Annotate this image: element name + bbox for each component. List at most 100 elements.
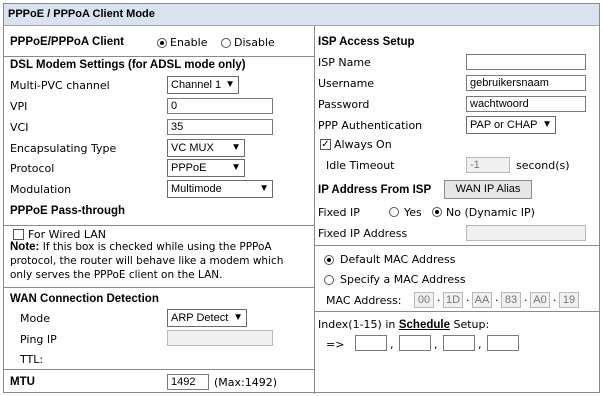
protocol-select[interactable]: PPPoE ▼: [167, 159, 245, 177]
ping-ip-input[interactable]: [167, 330, 273, 346]
fixed-ip-no-radio[interactable]: [432, 207, 442, 217]
schedule-link[interactable]: Schedule: [399, 319, 450, 331]
index-label-pre: Index(1-15) in: [318, 318, 399, 331]
divider-line: [4, 287, 314, 288]
mode-label: Mode: [20, 312, 50, 325]
client-disable-label[interactable]: Disable: [234, 36, 275, 49]
ip-from-isp-heading: IP Address From ISP: [318, 184, 432, 196]
fixed-ip-yes-radio[interactable]: [389, 207, 399, 217]
password-input[interactable]: wachtwoord: [466, 96, 586, 112]
vpi-input[interactable]: 0: [167, 98, 273, 114]
passthrough-heading: PPPoE Pass-through: [10, 205, 126, 217]
note-body: If this box is checked while using the P…: [10, 241, 284, 281]
pppoe-client-panel: PPPoE / PPPoA Client Mode PPPoE/PPPoA Cl…: [3, 3, 600, 394]
multi-pvc-select[interactable]: Channel 1 ▼: [167, 76, 239, 94]
vci-input[interactable]: 35: [167, 119, 273, 135]
fixed-ip-address-label: Fixed IP Address: [318, 227, 408, 240]
divider-line: [315, 245, 599, 246]
ppp-auth-label: PPP Authentication: [318, 119, 423, 132]
wan-heading: WAN Connection Detection: [10, 293, 159, 305]
fixed-ip-address-input[interactable]: [466, 225, 586, 241]
index-label-post: Setup:: [450, 318, 490, 331]
mac-octet-4[interactable]: 83: [501, 292, 521, 308]
vpi-label: VPI: [10, 100, 28, 113]
fixed-ip-yes-label[interactable]: Yes: [404, 206, 422, 219]
column-divider: [314, 26, 315, 394]
modulation-value: Multimode: [171, 183, 222, 195]
fixed-ip-label: Fixed IP: [318, 206, 360, 219]
protocol-value: PPPoE: [171, 162, 207, 174]
password-label: Password: [318, 98, 370, 111]
idle-timeout-label: Idle Timeout: [326, 159, 395, 172]
mac-octet-2[interactable]: 1D: [443, 292, 463, 308]
idle-timeout-unit: second(s): [516, 159, 570, 172]
mac-separator: ·: [524, 294, 528, 307]
client-enable-radio[interactable]: [157, 38, 167, 48]
client-enable-label[interactable]: Enable: [170, 36, 207, 49]
mac-octet-1[interactable]: 00: [414, 292, 434, 308]
isp-heading: ISP Access Setup: [318, 36, 415, 48]
always-on-checkbox[interactable]: ✓: [320, 139, 331, 150]
chevron-down-icon: ▼: [225, 79, 235, 90]
isp-name-input[interactable]: [466, 54, 586, 70]
username-label: Username: [318, 77, 375, 90]
index-separator: ,: [390, 338, 394, 351]
divider-line: [315, 311, 599, 312]
idle-timeout-input[interactable]: -1: [466, 157, 510, 173]
schedule-index-3[interactable]: [443, 335, 475, 351]
vci-label: VCI: [10, 121, 29, 134]
dsl-heading: DSL Modem Settings (for ADSL mode only): [10, 59, 246, 71]
chevron-down-icon: ▼: [231, 142, 241, 153]
isp-name-label: ISP Name: [318, 56, 371, 69]
ttl-label: TTL:: [20, 353, 44, 366]
mode-select[interactable]: ARP Detect ▼: [167, 309, 247, 327]
schedule-index-1[interactable]: [355, 335, 387, 351]
default-mac-label[interactable]: Default MAC Address: [340, 253, 456, 266]
multi-pvc-value: Channel 1: [171, 79, 222, 91]
protocol-label: Protocol: [10, 162, 55, 175]
ppp-auth-select[interactable]: PAP or CHAP ▼: [466, 116, 556, 134]
mac-separator: ·: [553, 294, 557, 307]
index-separator: ,: [478, 338, 482, 351]
mac-octet-3[interactable]: AA: [472, 292, 492, 308]
ppp-auth-value: PAP or CHAP: [470, 119, 538, 131]
specify-mac-label[interactable]: Specify a MAC Address: [340, 273, 466, 286]
mac-octet-5[interactable]: A0: [530, 292, 550, 308]
mac-octet-6[interactable]: 19: [559, 292, 579, 308]
modulation-label: Modulation: [10, 183, 72, 196]
modulation-select[interactable]: Multimode ▼: [167, 180, 273, 198]
encap-value: VC MUX: [171, 142, 214, 154]
fixed-ip-no-label[interactable]: No (Dynamic IP): [446, 206, 535, 219]
note-bold: Note:: [10, 241, 40, 253]
default-mac-radio[interactable]: [324, 255, 334, 265]
chevron-down-icon: ▼: [259, 183, 269, 194]
divider-line: [4, 56, 314, 57]
specify-mac-radio[interactable]: [324, 275, 334, 285]
client-label: PPPoE/PPPoA Client: [10, 36, 124, 48]
multi-pvc-label: Multi-PVC channel: [10, 79, 110, 92]
note-text: Note: If this box is checked while using…: [10, 240, 302, 282]
chevron-down-icon: ▼: [231, 162, 241, 173]
schedule-index-2[interactable]: [399, 335, 431, 351]
mac-separator: ·: [437, 294, 441, 307]
mtu-label: MTU: [10, 376, 35, 388]
mtu-max: (Max:1492): [214, 376, 278, 389]
encap-select[interactable]: VC MUX ▼: [167, 139, 245, 157]
client-disable-radio[interactable]: [221, 38, 231, 48]
always-on-label[interactable]: Always On: [334, 138, 392, 151]
page-title: PPPoE / PPPoA Client Mode: [4, 4, 599, 26]
checkmark-icon: ✓: [321, 139, 330, 150]
divider-line: [4, 225, 314, 226]
divider-line: [4, 369, 314, 370]
index-separator: ,: [434, 338, 438, 351]
chevron-down-icon: ▼: [542, 119, 552, 130]
mtu-input[interactable]: 1492: [167, 374, 209, 390]
mac-address-label: MAC Address:: [326, 294, 402, 307]
schedule-index-4[interactable]: [487, 335, 519, 351]
wired-lan-checkbox[interactable]: [13, 229, 24, 240]
index-label: Index(1-15) in Schedule Setup:: [318, 318, 489, 331]
wan-ip-alias-button[interactable]: WAN IP Alias: [444, 180, 532, 199]
username-input[interactable]: gebruikersnaam: [466, 75, 586, 91]
encap-label: Encapsulating Type: [10, 142, 117, 155]
chevron-down-icon: ▼: [233, 312, 243, 323]
